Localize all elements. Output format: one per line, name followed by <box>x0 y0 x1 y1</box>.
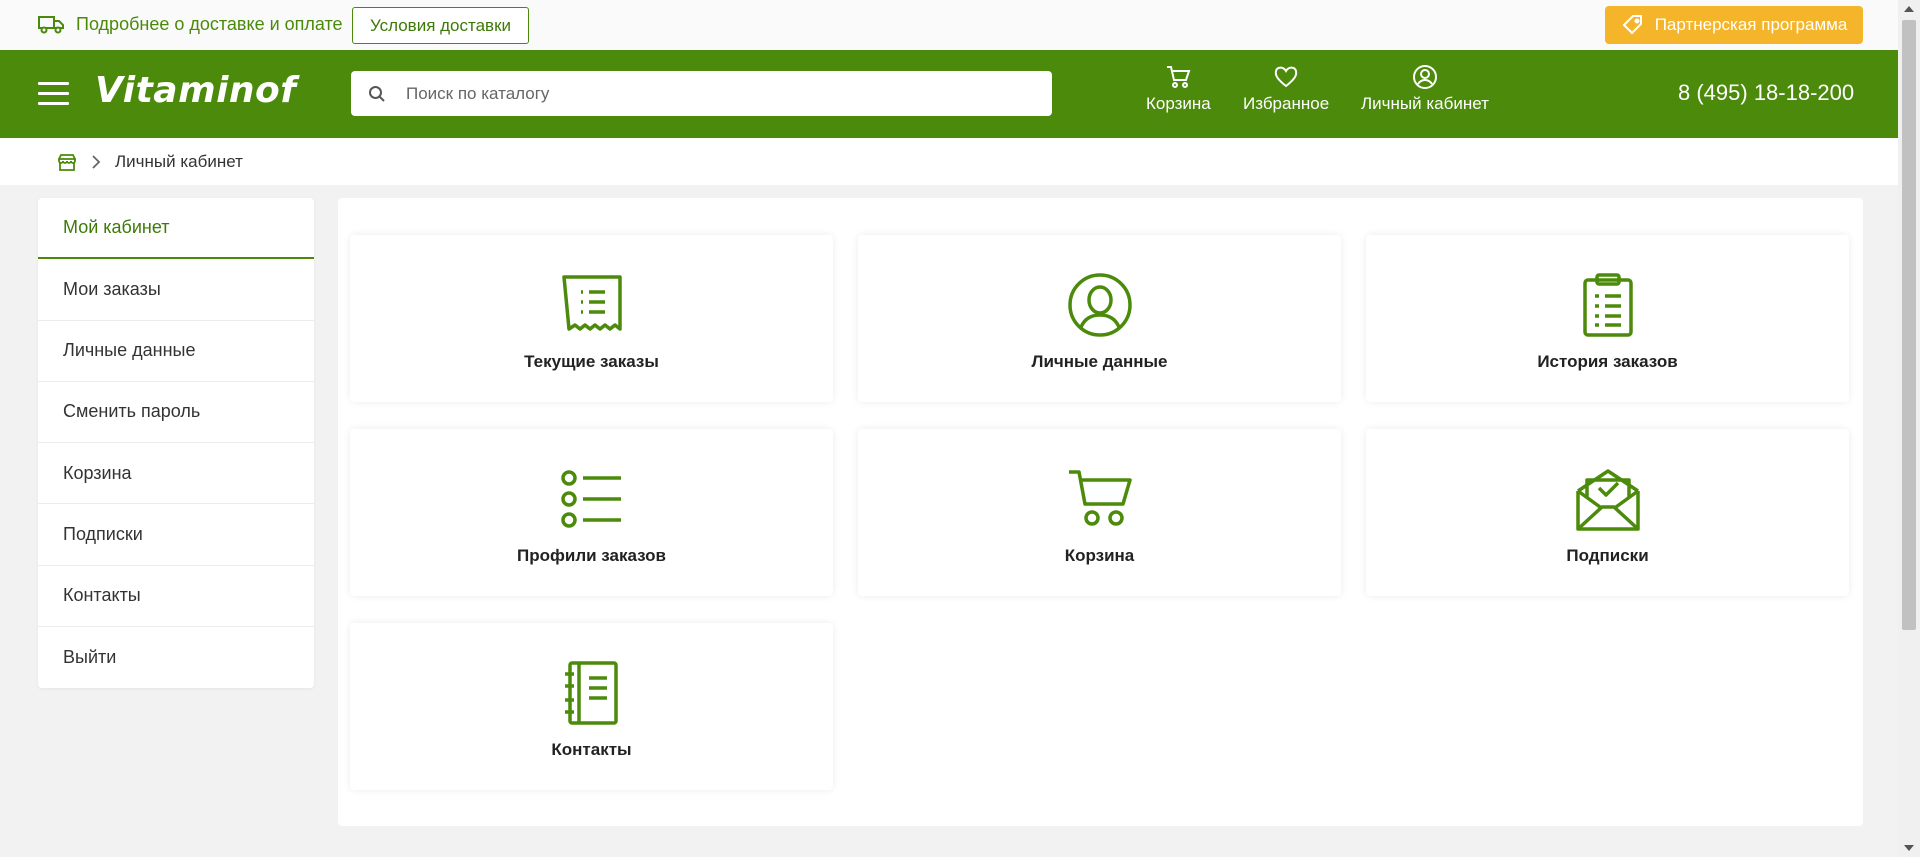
phone-number[interactable]: 8 (495) 18-18-200 <box>1678 80 1854 106</box>
header-favorites-label: Избранное <box>1243 94 1330 113</box>
breadcrumb-current: Личный кабинет <box>115 151 243 171</box>
card-subscriptions-label: Подписки <box>1566 546 1649 565</box>
card-contacts-label: Контакты <box>551 740 632 759</box>
scroll-down-icon[interactable] <box>1904 845 1914 851</box>
card-personal-data-label: Личные данные <box>1031 352 1168 371</box>
search-input[interactable] <box>406 83 1006 104</box>
sidebar-item-personal-data[interactable]: Личные данные <box>38 321 314 382</box>
search-bar <box>351 71 1052 116</box>
account-sidebar: Мой кабинет Мои заказы Личные данные Сме… <box>38 198 314 688</box>
header-cart-label: Корзина <box>1146 94 1211 113</box>
page-scrollbar[interactable] <box>1898 0 1920 857</box>
sidebar-item-my-account[interactable]: Мой кабинет <box>38 198 314 260</box>
card-order-profiles[interactable]: Профили заказов <box>350 429 833 596</box>
partner-program-label: Партнерская программа <box>1654 15 1848 34</box>
user-circle-icon <box>1067 273 1132 337</box>
sidebar-item-change-password[interactable]: Сменить пароль <box>38 382 314 443</box>
cart-icon <box>1068 470 1132 526</box>
sidebar-item-subscriptions[interactable]: Подписки <box>38 504 314 566</box>
header-account-label: Личный кабинет <box>1361 94 1489 113</box>
breadcrumb: Личный кабинет <box>0 138 1898 185</box>
delivery-conditions-button[interactable]: Условия доставки <box>352 7 529 44</box>
card-order-history-label: История заказов <box>1537 352 1678 371</box>
card-personal-data[interactable]: Личные данные <box>858 235 1341 402</box>
logo[interactable]: Vitaminof <box>95 70 296 111</box>
partner-program-button[interactable]: Партнерская программа <box>1605 6 1863 44</box>
sidebar-item-my-orders[interactable]: Мои заказы <box>38 259 314 321</box>
truck-icon <box>38 16 64 34</box>
header-account-link[interactable]: Личный кабинет <box>1361 64 1489 114</box>
card-cart-label: Корзина <box>1064 546 1135 565</box>
scrollbar-thumb[interactable] <box>1902 20 1916 630</box>
card-order-history[interactable]: История заказов <box>1366 235 1849 402</box>
card-contacts[interactable]: Контакты <box>350 623 833 790</box>
list-icon <box>560 470 621 528</box>
notebook-icon <box>564 661 618 725</box>
card-subscriptions[interactable]: Подписки <box>1366 429 1849 596</box>
receipt-icon <box>561 275 622 331</box>
clipboard-list-icon <box>1582 273 1633 337</box>
sidebar-item-logout[interactable]: Выйти <box>38 627 314 688</box>
header-favorites-link[interactable]: Избранное <box>1243 64 1329 114</box>
cart-icon <box>1167 66 1191 88</box>
top-strip: Подробнее о доставке и оплате Условия до… <box>0 0 1898 50</box>
scroll-up-icon[interactable] <box>1904 6 1914 12</box>
card-cart[interactable]: Корзина <box>858 429 1341 596</box>
card-order-profiles-label: Профили заказов <box>517 546 666 565</box>
delivery-info-link[interactable]: Подробнее о доставке и оплате <box>38 13 343 35</box>
main-header: Vitaminof Корзина Избранное Личный кабин… <box>0 50 1898 138</box>
card-current-orders[interactable]: Текущие заказы <box>350 235 833 402</box>
heart-icon <box>1274 66 1298 88</box>
user-icon <box>1412 65 1437 89</box>
card-current-orders-label: Текущие заказы <box>524 352 659 371</box>
chevron-right-icon <box>92 154 101 169</box>
search-icon[interactable] <box>368 85 386 103</box>
sidebar-item-cart[interactable]: Корзина <box>38 443 314 505</box>
shop-icon[interactable] <box>57 153 77 171</box>
delivery-info-text: Подробнее о доставке и оплате <box>76 13 343 34</box>
menu-icon[interactable] <box>38 82 69 106</box>
account-dashboard: Текущие заказы Личные данные История зак… <box>338 198 1863 826</box>
tag-icon <box>1622 15 1642 35</box>
envelope-check-icon <box>1575 469 1640 531</box>
sidebar-item-contacts[interactable]: Контакты <box>38 566 314 627</box>
header-cart-link[interactable]: Корзина <box>1146 64 1211 114</box>
